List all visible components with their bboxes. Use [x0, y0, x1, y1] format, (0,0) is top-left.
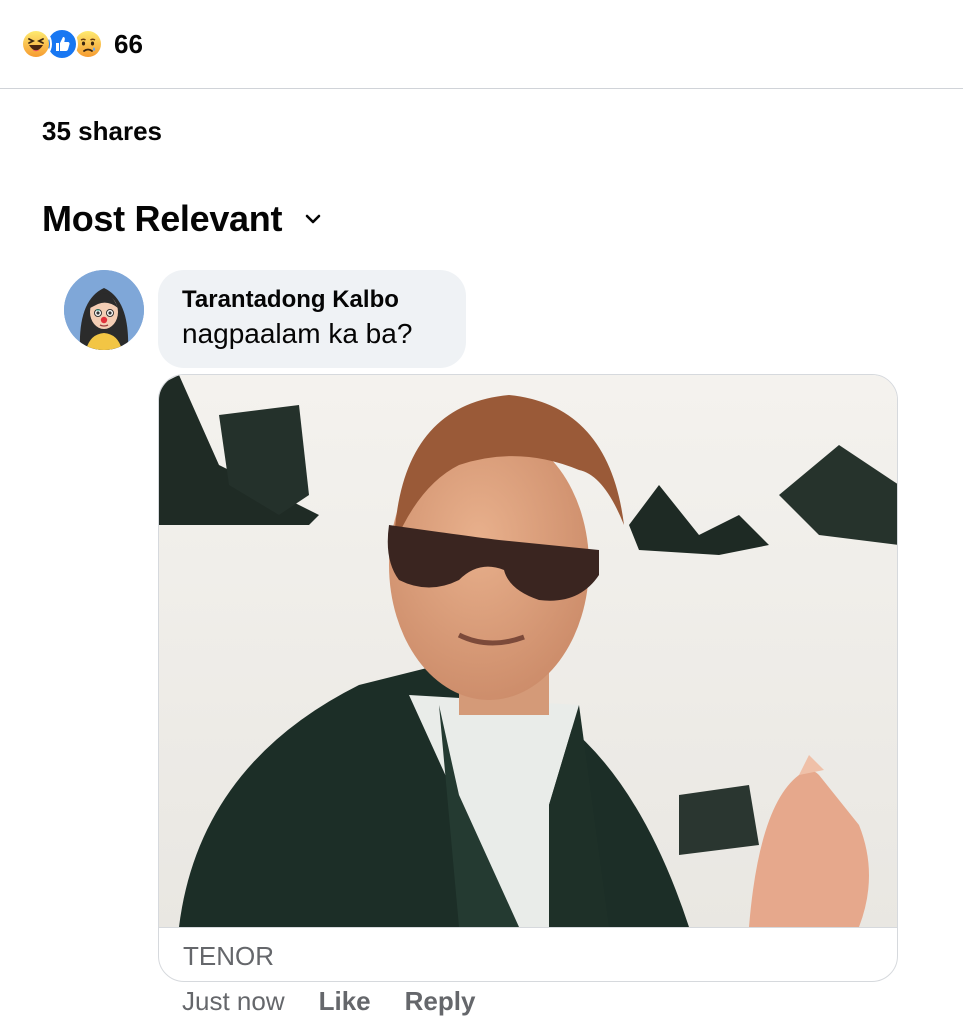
comment-actions: Just now Like Reply: [182, 986, 475, 1017]
reaction-count: 66: [114, 28, 143, 59]
comment-timestamp[interactable]: Just now: [182, 986, 285, 1017]
like-button[interactable]: Like: [319, 986, 371, 1017]
comment-author[interactable]: Tarantadong Kalbo: [182, 286, 442, 314]
attachment-divider: [159, 927, 897, 928]
gif-image: [159, 375, 897, 927]
gif-attachment[interactable]: TENOR: [158, 374, 898, 982]
reply-button[interactable]: Reply: [405, 986, 476, 1017]
gif-source-label: TENOR: [183, 941, 274, 971]
reactions-summary[interactable]: 66: [20, 26, 143, 62]
comment-bubble: Tarantadong Kalbo nagpaalam ka ba?: [158, 270, 466, 368]
reaction-icons: [20, 28, 104, 60]
divider: [0, 88, 963, 89]
comment-text: nagpaalam ka ba?: [182, 318, 413, 349]
haha-icon: [20, 28, 52, 60]
comment-sort-dropdown[interactable]: Most Relevant: [42, 198, 324, 240]
sort-label: Most Relevant: [42, 198, 283, 239]
chevron-down-icon: [305, 214, 321, 224]
shares-count[interactable]: 35 shares: [42, 116, 162, 147]
avatar[interactable]: [64, 270, 144, 350]
